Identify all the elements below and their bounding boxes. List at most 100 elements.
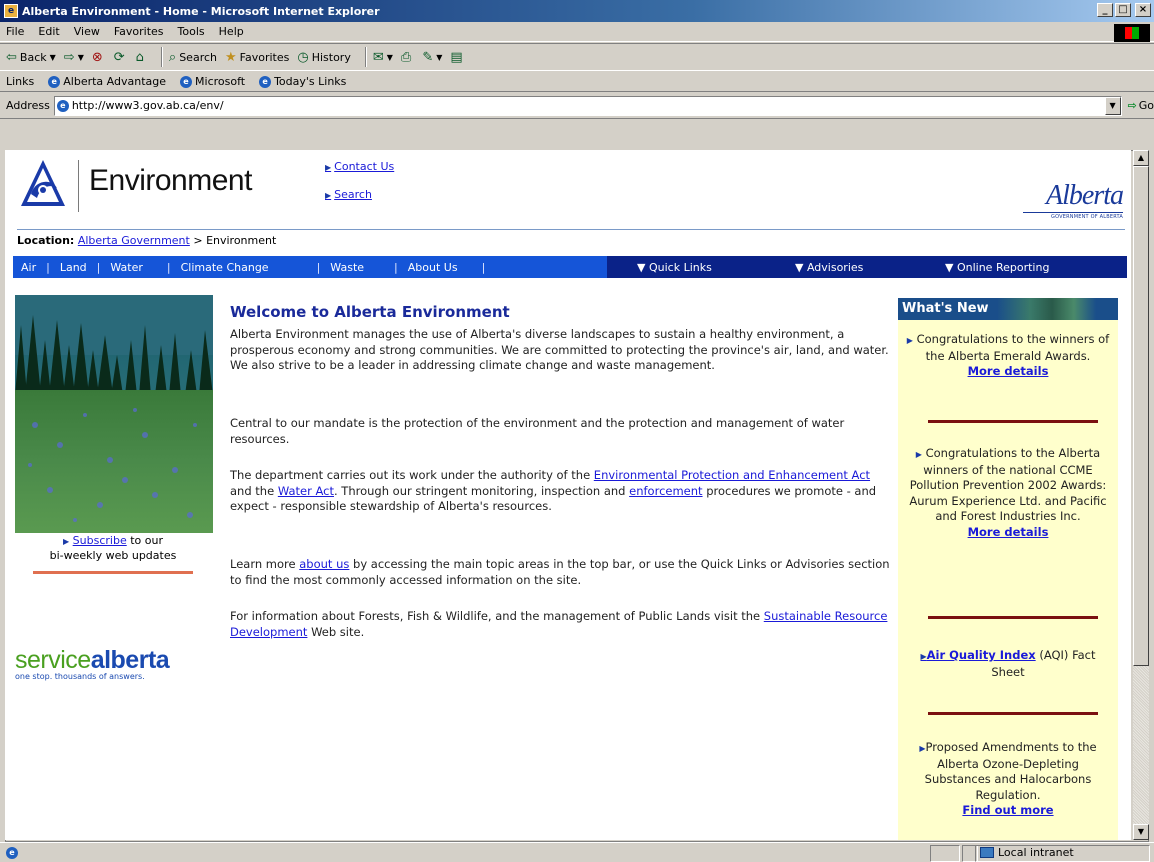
favorites-icon: ★ [225,49,237,65]
link-microsoft[interactable]: e Microsoft [180,75,245,88]
address-dropdown-icon[interactable]: ▼ [1104,96,1121,115]
window-titlebar: e Alberta Environment - Home - Microsoft… [0,0,1154,22]
zone-label: Local intranet [998,846,1074,859]
scroll-up-button[interactable]: ▲ [1133,150,1149,166]
location-rule [17,229,1125,230]
home-icon: ⌂ [135,49,144,65]
news-item: ▶ Congratulations to the Alberta winners… [909,446,1107,539]
address-bar: Address e http://www3.gov.ab.ca/env/ ▼ ⇨… [0,93,1154,119]
address-label: Address [6,99,50,112]
ie-page-icon: e [259,75,272,88]
forward-button[interactable]: ⇨ ▼ [64,50,84,65]
back-button[interactable]: ⇦ Back ▼ [6,50,56,65]
search-link[interactable]: ▶ Search [325,188,372,201]
learn-more-paragraph: Learn more about us by accessing the mai… [230,557,890,587]
windows-logo-icon [1114,24,1150,42]
menu-edit[interactable]: Edit [38,25,59,38]
news-item: ▶Air Quality Index (AQI) Fact Sheet [920,648,1096,679]
favorites-label: Favorites [239,50,290,64]
mail-icon: ✉ [372,49,384,65]
edit-button[interactable]: ✎ ▼ [422,50,442,65]
close-button[interactable]: × [1135,3,1151,17]
menu-bar: File Edit View Favorites Tools Help [0,22,1154,42]
subscribe-link[interactable]: Subscribe [73,534,127,547]
print-button[interactable]: ⎙ [401,50,414,65]
status-pane [930,845,960,862]
refresh-button[interactable]: ⟳ [114,50,128,65]
window-title: Alberta Environment - Home - Microsoft I… [22,4,380,18]
news-item: ▶Proposed Amendments to the Alberta Ozon… [919,740,1097,817]
maximize-button[interactable]: □ [1115,3,1131,17]
whats-new-header: What's New [898,298,1118,320]
history-button[interactable]: ◷ History [297,50,350,65]
find-out-more-link[interactable]: Find out more [962,803,1053,817]
arrow-icon: ▶ [915,450,922,459]
air-quality-index-link[interactable]: ▶Air Quality Index [920,648,1035,662]
news-divider [928,420,1098,423]
menu-tools[interactable]: Tools [178,25,205,38]
nav-climate-change[interactable]: Climate Change [173,261,315,274]
epea-link[interactable]: Environmental Protection and Enhancement… [594,468,870,482]
menu-help[interactable]: Help [219,25,244,38]
intro-paragraph: Alberta Environment manages the use of A… [230,327,889,372]
mail-button[interactable]: ✉ ▼ [373,50,393,65]
intranet-icon [980,847,994,858]
minimize-button[interactable]: _ [1097,3,1113,17]
address-input[interactable]: e http://www3.gov.ab.ca/env/ ▼ [53,95,1122,116]
print-icon: ⎙ [400,49,412,65]
page-viewport: Environment ▶ Contact Us ▶ Search Alberta … [5,150,1131,840]
alberta-government-logo: Alberta GOVERNMENT OF ALBERTA [1023,180,1124,220]
contact-us-link[interactable]: ▶ Contact Us [325,160,394,173]
arrow-icon: ▶ [325,163,332,172]
status-bar: e Local intranet [0,842,1154,862]
nav-quick-links[interactable]: ▼ Quick Links [629,261,720,274]
link-todays-links[interactable]: e Today's Links [259,75,346,88]
service-alberta-logo[interactable]: servicealberta one stop. thousands of an… [15,646,215,681]
subscribe-block: ▶ Subscribe to our bi-weekly web updates [49,534,177,562]
mandate-paragraph: Central to our mandate is the protection… [230,416,845,446]
dropdown-nav-group: ▼ Quick Links ▼ Advisories ▼ Online Repo… [607,256,1127,278]
more-details-link[interactable]: More details [968,364,1049,378]
home-button[interactable]: ⌂ [136,50,147,65]
about-us-link[interactable]: about us [299,557,349,571]
more-details-link[interactable]: More details [968,525,1049,539]
news-divider [928,616,1098,619]
nav-advisories[interactable]: ▼ Advisories [787,261,871,274]
subscribe-rule [33,571,193,574]
nav-land[interactable]: Land [52,261,95,274]
logo-divider [78,160,79,212]
breadcrumb-alberta-government-link[interactable]: Alberta Government [78,234,190,247]
ie-page-icon: e [48,75,61,88]
arrow-icon: ▶ [63,537,70,546]
enforcement-link[interactable]: enforcement [629,484,702,498]
stop-button[interactable]: ⊗ [92,50,106,65]
water-act-link[interactable]: Water Act [278,484,334,498]
nav-about-us[interactable]: About Us [400,261,480,274]
menu-file[interactable]: File [6,25,24,38]
search-icon: ⌕ [168,49,177,65]
news-item: ▶ Congratulations to the winners of the … [906,332,1110,378]
scroll-thumb[interactable] [1133,166,1149,666]
arrow-icon: ▶ [906,336,913,345]
link-alberta-advantage[interactable]: e Alberta Advantage [48,75,166,88]
links-label: Links [6,75,35,88]
back-label: Back [19,50,47,64]
toolbar-separator [160,47,163,67]
nav-online-reporting[interactable]: ▼ Online Reporting [937,261,1057,274]
menu-view[interactable]: View [74,25,100,38]
whats-new-panel: What's New ▶ Congratulations to the winn… [898,298,1118,840]
nav-waste[interactable]: Waste [322,261,392,274]
favorites-button[interactable]: ★ Favorites [225,50,289,65]
ie-page-icon: e [180,75,193,88]
go-button[interactable]: ⇨ Go [1128,99,1154,112]
site-title: Environment [89,164,252,197]
nav-air[interactable]: Air [13,261,44,274]
discuss-button[interactable]: ▤ [450,50,465,65]
security-zone: Local intranet [980,846,1074,859]
scroll-down-button[interactable]: ▼ [1133,824,1149,840]
vertical-scrollbar[interactable]: ▲ ▼ [1133,150,1149,840]
menu-favorites[interactable]: Favorites [114,25,164,38]
nav-water[interactable]: Water [102,261,165,274]
search-button[interactable]: ⌕ Search [169,50,217,65]
ie-page-icon: e [6,846,18,859]
